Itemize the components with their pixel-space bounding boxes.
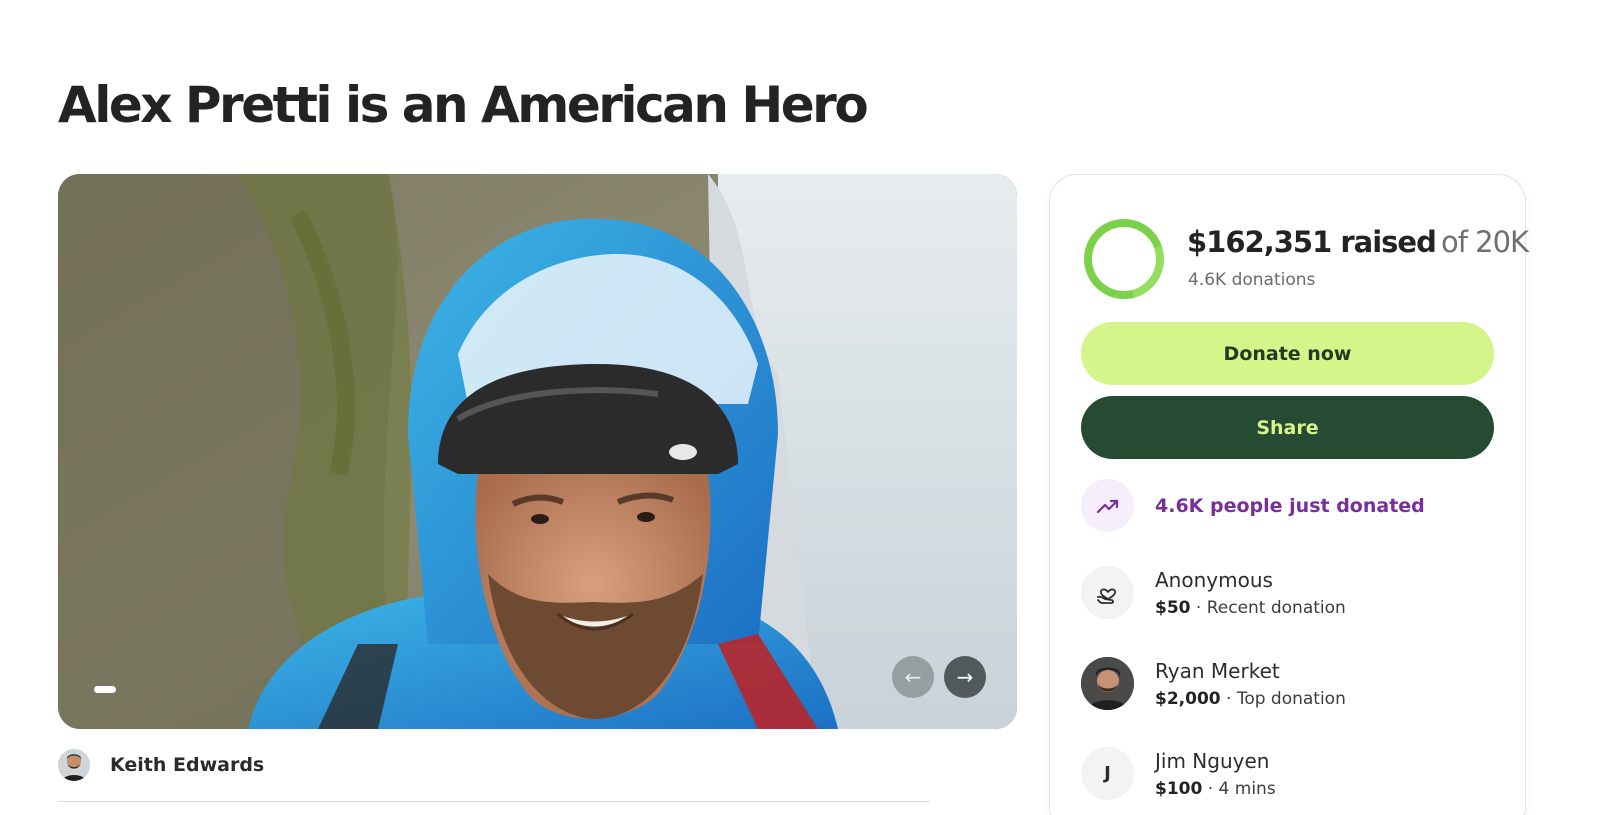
- donation-item: Anonymous $50 · Recent donation: [1081, 566, 1346, 619]
- organizer[interactable]: Keith Edwards: [58, 749, 264, 781]
- donation-meta: $50 · Recent donation: [1155, 598, 1346, 618]
- amount-raised: $162,351 raised of 20K: [1187, 225, 1529, 259]
- arrow-left-icon: ←: [904, 665, 922, 689]
- share-button[interactable]: Share: [1081, 396, 1494, 459]
- donation-item: J Jim Nguyen $100 · 4 mins: [1081, 747, 1276, 800]
- page-title: Alex Pretti is an American Hero: [58, 76, 869, 134]
- carousel-prev-button[interactable]: ←: [892, 656, 934, 698]
- avatar: [1081, 657, 1134, 710]
- donation-detail: · Top donation: [1220, 688, 1346, 709]
- organizer-name[interactable]: Keith Edwards: [110, 754, 264, 776]
- donor-initial: J: [1104, 763, 1111, 784]
- donate-card: $162,351 raised of 20K 4.6K donations Do…: [1049, 174, 1529, 815]
- donor-name: Jim Nguyen: [1155, 748, 1270, 773]
- hero-photo-image: [58, 174, 1017, 729]
- arrow-right-icon: →: [956, 665, 974, 689]
- donation-meta: $100 · 4 mins: [1155, 779, 1276, 799]
- trend-text: 4.6K people just donated: [1155, 494, 1425, 517]
- trending-up-icon: [1081, 479, 1134, 532]
- heart-hand-icon: [1081, 566, 1134, 619]
- donor-name: Anonymous: [1155, 567, 1273, 592]
- goal-amount: of 20K: [1440, 225, 1529, 259]
- donation-detail: · 4 mins: [1202, 778, 1276, 799]
- carousel-next-button[interactable]: →: [944, 656, 986, 698]
- donation-item: Ryan Merket $2,000 · Top donation: [1081, 657, 1346, 710]
- amount-raised-value: $162,351 raised: [1187, 225, 1437, 259]
- progress-ring: [1084, 219, 1164, 299]
- campaign-page: Alex Pretti is an American Hero ← → Keit…: [0, 0, 1600, 815]
- donor-initial-avatar: J: [1081, 747, 1134, 800]
- donor-name: Ryan Merket: [1155, 658, 1280, 683]
- recent-activity-banner: 4.6K people just donated: [1081, 479, 1425, 532]
- donation-amount: $100: [1155, 778, 1203, 799]
- section-divider: [58, 801, 930, 802]
- donate-now-button[interactable]: Donate now: [1081, 322, 1494, 385]
- campaign-hero-photo[interactable]: [58, 174, 1017, 729]
- donation-amount: $50: [1155, 597, 1191, 618]
- donation-amount: $2,000: [1155, 688, 1221, 709]
- organizer-avatar: [58, 749, 90, 781]
- donation-detail: · Recent donation: [1190, 597, 1346, 618]
- donation-meta: $2,000 · Top donation: [1155, 689, 1346, 709]
- donations-count: 4.6K donations: [1188, 270, 1316, 290]
- carousel-indicator[interactable]: [94, 686, 116, 693]
